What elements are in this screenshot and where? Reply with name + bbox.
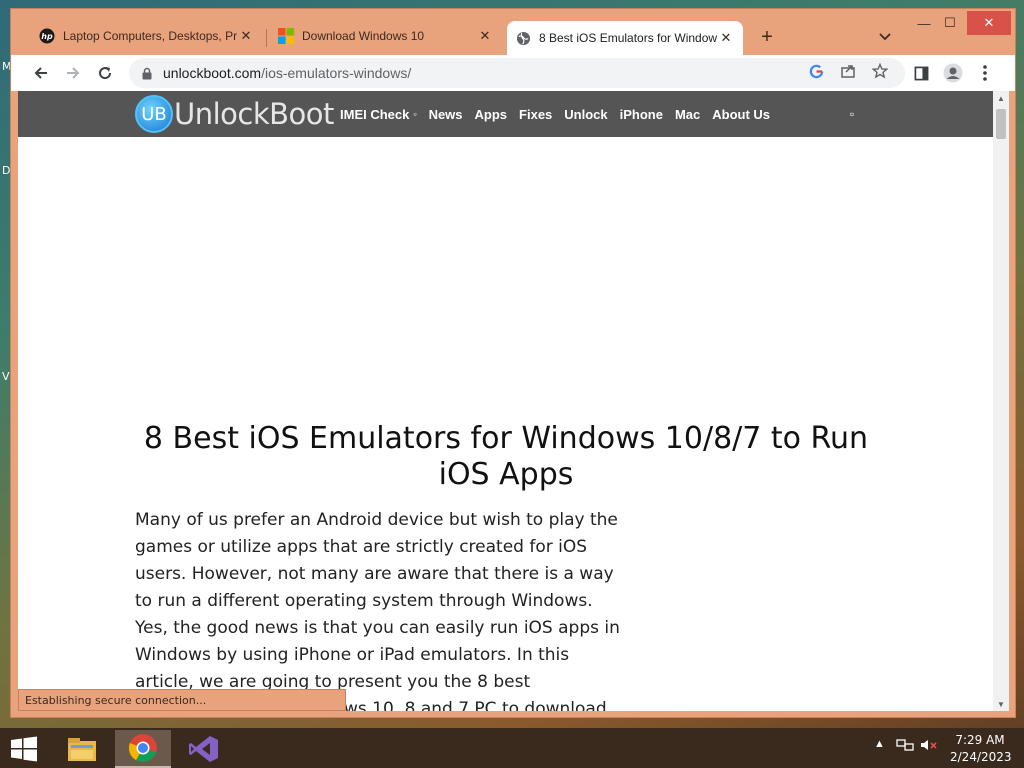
browser-menu-icon[interactable] (975, 63, 995, 83)
bookmark-star-icon[interactable] (871, 62, 889, 80)
volume-muted-icon[interactable] (920, 738, 938, 752)
file-explorer-taskbar-button[interactable] (54, 730, 110, 768)
address-bar[interactable]: unlockboot.com/ios-emulators-windows/ (129, 58, 905, 88)
tab-hp[interactable]: hp Laptop Computers, Desktops, Pr ✕ (31, 21, 263, 51)
tab-separator (266, 29, 267, 47)
site-nav: IMEI Check ▫ News Apps Fixes Unlock iPhon… (340, 91, 782, 137)
hp-icon: hp (39, 28, 55, 44)
nav-apps[interactable]: Apps (475, 107, 508, 122)
clock-time: 7:29 AM (955, 733, 1005, 747)
forward-arrow-icon (67, 67, 80, 79)
tab-title: Laptop Computers, Desktops, Pr (63, 29, 237, 43)
lock-icon[interactable] (141, 66, 153, 80)
close-icon[interactable]: ✕ (237, 27, 255, 45)
globe-icon (515, 30, 531, 46)
reload-button[interactable] (93, 61, 117, 85)
tab-title: 8 Best iOS Emulators for Window (539, 31, 717, 45)
nav-unlock[interactable]: Unlock (564, 107, 607, 122)
scroll-down-icon[interactable]: ▼ (993, 697, 1009, 711)
taskbar-clock[interactable]: 7:29 AM 2/24/2023 (950, 732, 1012, 766)
close-icon[interactable]: ✕ (476, 27, 494, 45)
logo-wordmark: UnlockBoot (174, 97, 334, 131)
back-button[interactable] (29, 61, 53, 85)
page-viewport: UB UnlockBoot IMEI Check ▫ News Apps Fixe… (18, 91, 994, 711)
browser-window: hp Laptop Computers, Desktops, Pr ✕ Down… (10, 8, 1016, 718)
chrome-taskbar-button[interactable] (115, 730, 171, 768)
google-lens-icon[interactable] (807, 62, 825, 80)
site-search-icon[interactable]: ▫ (845, 107, 859, 121)
scroll-up-icon[interactable]: ▲ (993, 91, 1009, 105)
article-headline: 8 Best iOS Emulators for Windows 10/8/7 … (143, 421, 869, 492)
site-header: UB UnlockBoot IMEI Check ▫ News Apps Fixe… (18, 91, 994, 137)
logo-badge: UB (135, 95, 173, 133)
show-hidden-icons-icon[interactable]: ▲ (874, 738, 885, 750)
page-scrollbar[interactable]: ▲ ▼ (993, 91, 1009, 711)
chrome-icon (128, 734, 157, 762)
visual-studio-icon (189, 736, 218, 762)
scroll-thumb[interactable] (996, 109, 1006, 139)
maximize-button[interactable]: ☐ (935, 11, 965, 35)
tab-windows-download[interactable]: Download Windows 10 ✕ (270, 21, 502, 51)
nav-iphone[interactable]: iPhone (620, 107, 663, 122)
browser-toolbar: unlockboot.com/ios-emulators-windows/ (11, 55, 1015, 91)
profile-avatar-icon[interactable] (943, 63, 963, 83)
side-panel-icon[interactable] (911, 63, 931, 83)
close-icon[interactable]: ✕ (717, 29, 735, 47)
start-button[interactable] (10, 736, 38, 762)
network-icon[interactable] (896, 738, 914, 752)
article-intro-tail: ws 10, 8 and 7 PC to download (344, 699, 607, 711)
tab-strip: hp Laptop Computers, Desktops, Pr ✕ Down… (11, 9, 1015, 55)
close-window-button[interactable]: ✕ (967, 11, 1011, 35)
site-logo[interactable]: UB UnlockBoot (135, 95, 334, 133)
forward-button[interactable] (61, 61, 85, 85)
svg-text:hp: hp (41, 32, 53, 41)
tab-search-icon[interactable] (877, 29, 893, 45)
status-bubble: Establishing secure connection... (18, 689, 346, 711)
tab-title: Download Windows 10 (302, 29, 425, 43)
back-arrow-icon (34, 67, 47, 79)
tab-ios-emulators[interactable]: 8 Best iOS Emulators for Window ✕ (507, 21, 743, 55)
visual-studio-taskbar-button[interactable] (176, 730, 232, 768)
new-tab-button[interactable]: + (756, 26, 778, 48)
desktop-icon-label-fragment: V (2, 370, 10, 383)
windows-start-icon (11, 736, 37, 762)
nav-about-us[interactable]: About Us (712, 107, 770, 122)
taskbar: ▲ 7:29 AM 2/24/2023 (0, 728, 1024, 768)
folder-icon (68, 738, 96, 761)
nav-mac[interactable]: Mac (675, 107, 700, 122)
article-intro: Many of us prefer an Android device but … (135, 510, 620, 692)
clock-date: 2/24/2023 (950, 750, 1012, 764)
nav-news[interactable]: News (429, 107, 463, 122)
reload-icon (99, 67, 112, 80)
url-text: unlockboot.com/ios-emulators-windows/ (163, 65, 412, 81)
dropdown-icon: ▫ (413, 109, 417, 119)
nav-imei-check[interactable]: IMEI Check ▫ (340, 107, 417, 122)
windows-logo-icon (278, 28, 294, 44)
nav-fixes[interactable]: Fixes (519, 107, 552, 122)
share-icon[interactable] (839, 62, 857, 80)
